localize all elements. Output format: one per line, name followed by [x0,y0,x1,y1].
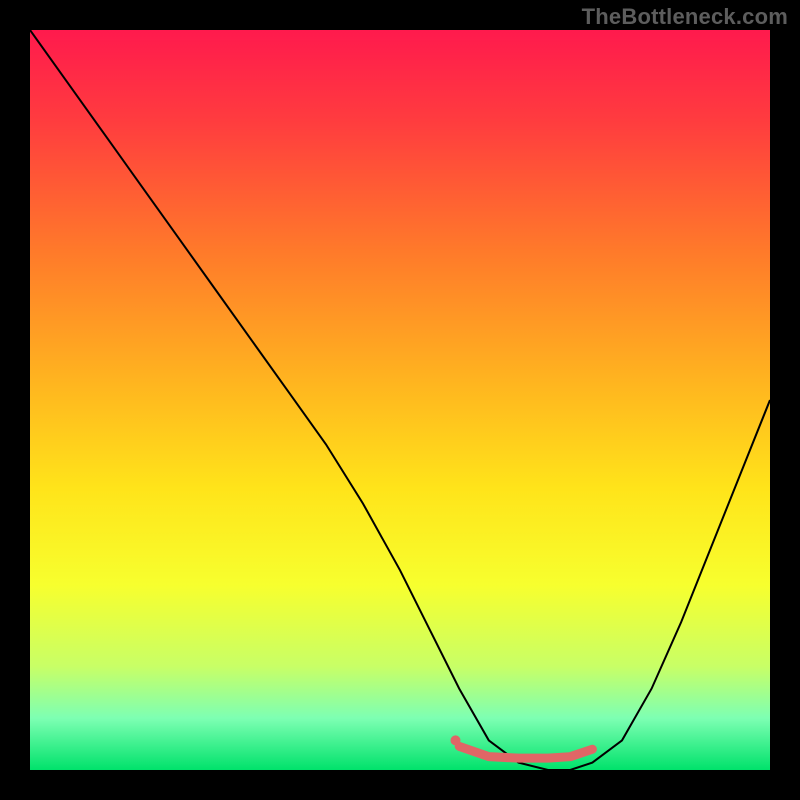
chart-frame: TheBottleneck.com [0,0,800,800]
chart-plot-area [30,30,770,770]
attribution-text: TheBottleneck.com [582,4,788,30]
gradient-background [30,30,770,770]
marker-group [451,735,461,745]
chart-svg [30,30,770,770]
optimal-start-dot [451,735,461,745]
